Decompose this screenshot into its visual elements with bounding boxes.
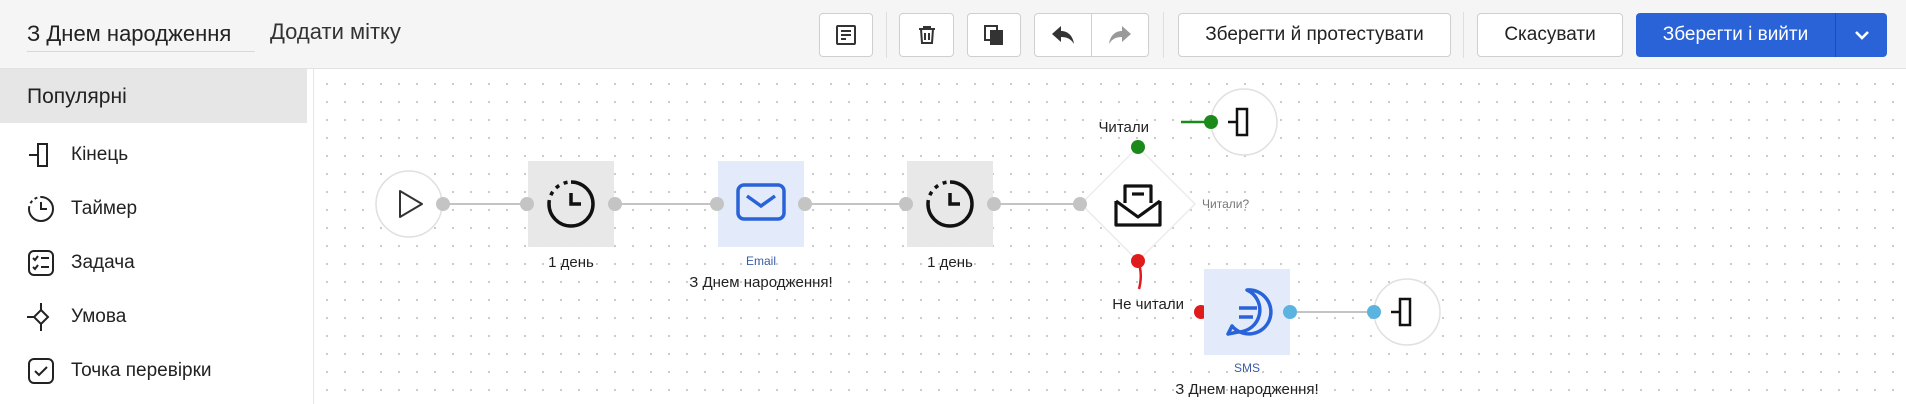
timer-1-label: 1 день: [548, 254, 594, 271]
save-and-exit-button[interactable]: Зберегти і вийти: [1636, 13, 1835, 57]
flow-canvas[interactable]: 1 день Email З Днем народження! 1 день Ч…: [314, 69, 1906, 404]
timer-2-label: 1 день: [927, 254, 973, 271]
email-in-port: [710, 197, 724, 211]
palette-item-label: Точка перевірки: [71, 360, 212, 381]
palette-item-label: Кінець: [71, 144, 129, 165]
condition-icon: [25, 301, 57, 333]
palette-section-title: Популярні: [0, 69, 307, 123]
timer2-out-port: [987, 197, 1001, 211]
cancel-button[interactable]: Скасувати: [1477, 13, 1623, 57]
save-and-test-button[interactable]: Зберегти й протестувати: [1178, 13, 1451, 57]
palette-item-label: Задача: [71, 252, 135, 273]
condition-label: Читали?: [1202, 197, 1249, 211]
save-and-exit-group: Зберегти і вийти: [1636, 13, 1887, 57]
palette-item-checkpoint[interactable]: Точка перевірки: [0, 346, 307, 396]
palette-item-condition[interactable]: Умова: [0, 292, 307, 342]
yes-branch-port: [1131, 140, 1145, 154]
end-icon: [25, 139, 57, 171]
email-out-port: [798, 197, 812, 211]
palette-item-timer[interactable]: Таймер: [0, 184, 307, 234]
timer1-in-port: [520, 197, 534, 211]
palette-item-end[interactable]: Кінець: [0, 130, 307, 180]
palette-item-label: Таймер: [71, 198, 138, 219]
save-options-dropdown[interactable]: [1835, 13, 1887, 57]
delete-button[interactable]: [899, 13, 954, 57]
sms-node[interactable]: [1204, 269, 1290, 355]
redo-button[interactable]: [1091, 13, 1149, 57]
sms-name-label: З Днем народження!: [1175, 381, 1318, 398]
timer2-in-port: [899, 197, 913, 211]
branch-yes-label: Читали: [1098, 119, 1149, 136]
undo-button[interactable]: [1034, 13, 1092, 57]
palette-item-label: Умова: [71, 306, 127, 327]
palette-item-task[interactable]: Задача: [0, 238, 307, 288]
palette-sidebar: Популярні Кінець Таймер Задача Умова Точ…: [0, 69, 314, 404]
trash-icon: [918, 26, 935, 44]
no-branch-port: [1131, 254, 1145, 268]
email-node[interactable]: [718, 161, 804, 247]
flow-diagram: 1 день Email З Днем народження! 1 день Ч…: [375, 88, 1441, 398]
timer1-out-port: [608, 197, 622, 211]
yes-branch-target-port: [1204, 115, 1218, 129]
chevron-down-icon: [1854, 31, 1869, 40]
campaign-name-input[interactable]: [27, 16, 255, 52]
checkpoint-icon: [25, 355, 57, 387]
email-name-label: З Днем народження!: [689, 274, 832, 291]
redo-icon: [1109, 26, 1131, 44]
condition-in-port: [1073, 197, 1087, 211]
task-icon: [25, 247, 57, 279]
sms-out-port: [1283, 305, 1297, 319]
add-tag-link[interactable]: Додати мітку: [270, 19, 401, 45]
copy-button[interactable]: [967, 13, 1021, 57]
note-icon: [836, 25, 856, 45]
timer-icon: [25, 193, 57, 225]
timer-node-2[interactable]: [907, 161, 993, 247]
condition-node[interactable]: [1079, 145, 1197, 263]
notes-button[interactable]: [819, 13, 873, 57]
sms-type-label: SMS: [1234, 361, 1260, 375]
end-in-port: [1367, 305, 1381, 319]
end-node-no[interactable]: [1373, 278, 1441, 346]
email-type-label: Email: [746, 254, 776, 268]
end-node-yes[interactable]: [1210, 88, 1278, 156]
timer-node-1[interactable]: [528, 161, 614, 247]
branch-no-label: Не читали: [1112, 296, 1184, 313]
undo-icon: [1052, 26, 1074, 44]
start-node[interactable]: [375, 170, 443, 238]
start-out-port: [436, 197, 450, 211]
top-toolbar: Додати мітку Зберегти й протестувати Ска…: [0, 0, 1906, 69]
copy-icon: [984, 25, 1003, 45]
